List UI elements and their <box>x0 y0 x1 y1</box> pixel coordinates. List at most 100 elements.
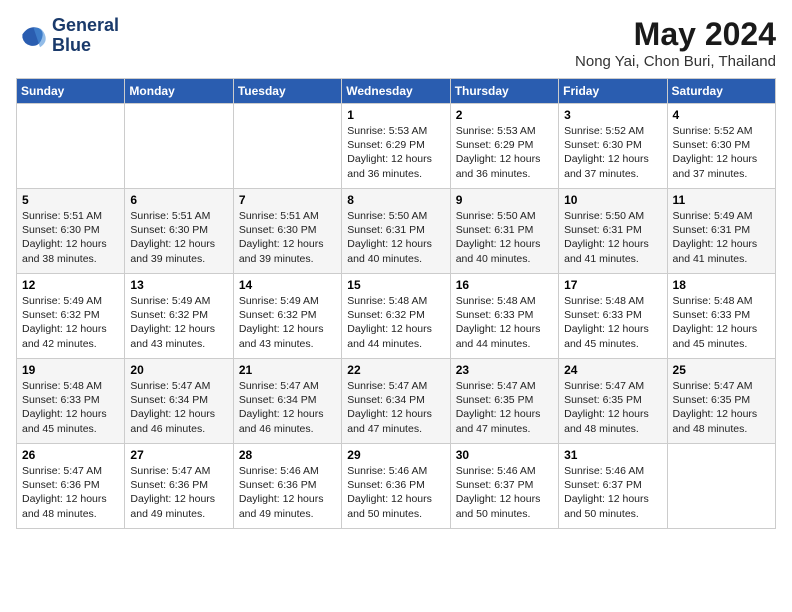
weekday-header-tuesday: Tuesday <box>233 79 341 104</box>
calendar-cell: 4 Sunrise: 5:52 AM Sunset: 6:30 PM Daylig… <box>667 104 775 189</box>
month-title: May 2024 <box>575 16 776 53</box>
day-info: Sunrise: 5:51 AM Sunset: 6:30 PM Dayligh… <box>130 209 227 266</box>
day-number: 25 <box>673 363 770 377</box>
day-info: Sunrise: 5:46 AM Sunset: 6:37 PM Dayligh… <box>564 464 661 521</box>
day-number: 31 <box>564 448 661 462</box>
day-info: Sunrise: 5:50 AM Sunset: 6:31 PM Dayligh… <box>456 209 553 266</box>
calendar-cell: 29 Sunrise: 5:46 AM Sunset: 6:36 PM Dayli… <box>342 444 450 529</box>
day-info: Sunrise: 5:53 AM Sunset: 6:29 PM Dayligh… <box>456 124 553 181</box>
weekday-header-saturday: Saturday <box>667 79 775 104</box>
calendar-cell <box>233 104 341 189</box>
weekday-header-monday: Monday <box>125 79 233 104</box>
calendar-cell: 18 Sunrise: 5:48 AM Sunset: 6:33 PM Dayli… <box>667 274 775 359</box>
day-info: Sunrise: 5:48 AM Sunset: 6:33 PM Dayligh… <box>564 294 661 351</box>
calendar-cell <box>17 104 125 189</box>
day-info: Sunrise: 5:46 AM Sunset: 6:36 PM Dayligh… <box>239 464 336 521</box>
calendar-cell: 22 Sunrise: 5:47 AM Sunset: 6:34 PM Dayli… <box>342 359 450 444</box>
calendar-cell: 31 Sunrise: 5:46 AM Sunset: 6:37 PM Dayli… <box>559 444 667 529</box>
day-number: 18 <box>673 278 770 292</box>
calendar-cell: 6 Sunrise: 5:51 AM Sunset: 6:30 PM Daylig… <box>125 189 233 274</box>
day-number: 10 <box>564 193 661 207</box>
day-number: 9 <box>456 193 553 207</box>
calendar-cell: 7 Sunrise: 5:51 AM Sunset: 6:30 PM Daylig… <box>233 189 341 274</box>
day-number: 21 <box>239 363 336 377</box>
day-info: Sunrise: 5:47 AM Sunset: 6:35 PM Dayligh… <box>456 379 553 436</box>
logo-text: General Blue <box>52 16 119 56</box>
calendar-cell: 27 Sunrise: 5:47 AM Sunset: 6:36 PM Dayli… <box>125 444 233 529</box>
day-number: 12 <box>22 278 119 292</box>
day-number: 2 <box>456 108 553 122</box>
page-header: General Blue May 2024 Nong Yai, Chon Bur… <box>16 16 776 70</box>
day-info: Sunrise: 5:49 AM Sunset: 6:32 PM Dayligh… <box>239 294 336 351</box>
day-number: 6 <box>130 193 227 207</box>
day-number: 28 <box>239 448 336 462</box>
calendar-cell: 21Sunrise: 5:47 AM Sunset: 6:34 PM Dayli… <box>233 359 341 444</box>
calendar-table: SundayMondayTuesdayWednesdayThursdayFrid… <box>16 78 776 529</box>
day-info: Sunrise: 5:47 AM Sunset: 6:36 PM Dayligh… <box>130 464 227 521</box>
day-number: 24 <box>564 363 661 377</box>
calendar-cell: 10Sunrise: 5:50 AM Sunset: 6:31 PM Dayli… <box>559 189 667 274</box>
calendar-cell: 28 Sunrise: 5:46 AM Sunset: 6:36 PM Dayli… <box>233 444 341 529</box>
day-info: Sunrise: 5:47 AM Sunset: 6:35 PM Dayligh… <box>673 379 770 436</box>
calendar-cell: 17Sunrise: 5:48 AM Sunset: 6:33 PM Dayli… <box>559 274 667 359</box>
day-info: Sunrise: 5:51 AM Sunset: 6:30 PM Dayligh… <box>239 209 336 266</box>
title-block: May 2024 Nong Yai, Chon Buri, Thailand <box>575 16 776 70</box>
calendar-cell: 8Sunrise: 5:50 AM Sunset: 6:31 PM Daylig… <box>342 189 450 274</box>
day-number: 3 <box>564 108 661 122</box>
weekday-header-row: SundayMondayTuesdayWednesdayThursdayFrid… <box>17 79 776 104</box>
day-number: 30 <box>456 448 553 462</box>
calendar-cell: 20 Sunrise: 5:47 AM Sunset: 6:34 PM Dayli… <box>125 359 233 444</box>
calendar-cell: 14 Sunrise: 5:49 AM Sunset: 6:32 PM Dayli… <box>233 274 341 359</box>
day-number: 19 <box>22 363 119 377</box>
calendar-cell: 12 Sunrise: 5:49 AM Sunset: 6:32 PM Dayli… <box>17 274 125 359</box>
day-number: 29 <box>347 448 444 462</box>
calendar-cell: 23 Sunrise: 5:47 AM Sunset: 6:35 PM Dayli… <box>450 359 558 444</box>
day-number: 20 <box>130 363 227 377</box>
day-number: 4 <box>673 108 770 122</box>
day-info: Sunrise: 5:47 AM Sunset: 6:34 PM Dayligh… <box>130 379 227 436</box>
day-number: 15 <box>347 278 444 292</box>
day-number: 23 <box>456 363 553 377</box>
day-number: 16 <box>456 278 553 292</box>
logo: General Blue <box>16 16 119 56</box>
day-info: Sunrise: 5:49 AM Sunset: 6:31 PM Dayligh… <box>673 209 770 266</box>
week-row-2: 5Sunrise: 5:51 AM Sunset: 6:30 PM Daylig… <box>17 189 776 274</box>
day-number: 14 <box>239 278 336 292</box>
calendar-cell: 1 Sunrise: 5:53 AM Sunset: 6:29 PM Daylig… <box>342 104 450 189</box>
day-info: Sunrise: 5:47 AM Sunset: 6:36 PM Dayligh… <box>22 464 119 521</box>
calendar-cell: 13 Sunrise: 5:49 AM Sunset: 6:32 PM Dayli… <box>125 274 233 359</box>
week-row-4: 19Sunrise: 5:48 AM Sunset: 6:33 PM Dayli… <box>17 359 776 444</box>
day-info: Sunrise: 5:52 AM Sunset: 6:30 PM Dayligh… <box>564 124 661 181</box>
day-number: 22 <box>347 363 444 377</box>
day-info: Sunrise: 5:48 AM Sunset: 6:33 PM Dayligh… <box>456 294 553 351</box>
day-info: Sunrise: 5:49 AM Sunset: 6:32 PM Dayligh… <box>22 294 119 351</box>
day-number: 11 <box>673 193 770 207</box>
calendar-cell: 15Sunrise: 5:48 AM Sunset: 6:32 PM Dayli… <box>342 274 450 359</box>
day-number: 1 <box>347 108 444 122</box>
week-row-5: 26Sunrise: 5:47 AM Sunset: 6:36 PM Dayli… <box>17 444 776 529</box>
day-info: Sunrise: 5:53 AM Sunset: 6:29 PM Dayligh… <box>347 124 444 181</box>
day-info: Sunrise: 5:49 AM Sunset: 6:32 PM Dayligh… <box>130 294 227 351</box>
calendar-cell: 5Sunrise: 5:51 AM Sunset: 6:30 PM Daylig… <box>17 189 125 274</box>
weekday-header-thursday: Thursday <box>450 79 558 104</box>
calendar-cell: 25 Sunrise: 5:47 AM Sunset: 6:35 PM Dayli… <box>667 359 775 444</box>
day-info: Sunrise: 5:47 AM Sunset: 6:34 PM Dayligh… <box>347 379 444 436</box>
weekday-header-sunday: Sunday <box>17 79 125 104</box>
day-number: 7 <box>239 193 336 207</box>
calendar-cell: 2 Sunrise: 5:53 AM Sunset: 6:29 PM Daylig… <box>450 104 558 189</box>
day-number: 27 <box>130 448 227 462</box>
day-number: 13 <box>130 278 227 292</box>
calendar-cell <box>667 444 775 529</box>
day-info: Sunrise: 5:51 AM Sunset: 6:30 PM Dayligh… <box>22 209 119 266</box>
week-row-3: 12 Sunrise: 5:49 AM Sunset: 6:32 PM Dayli… <box>17 274 776 359</box>
calendar-cell <box>125 104 233 189</box>
calendar-cell: 3 Sunrise: 5:52 AM Sunset: 6:30 PM Daylig… <box>559 104 667 189</box>
logo-icon <box>16 20 48 52</box>
day-info: Sunrise: 5:52 AM Sunset: 6:30 PM Dayligh… <box>673 124 770 181</box>
calendar-cell: 26Sunrise: 5:47 AM Sunset: 6:36 PM Dayli… <box>17 444 125 529</box>
day-info: Sunrise: 5:48 AM Sunset: 6:33 PM Dayligh… <box>673 294 770 351</box>
weekday-header-wednesday: Wednesday <box>342 79 450 104</box>
location: Nong Yai, Chon Buri, Thailand <box>575 53 776 70</box>
day-info: Sunrise: 5:46 AM Sunset: 6:36 PM Dayligh… <box>347 464 444 521</box>
calendar-cell: 30Sunrise: 5:46 AM Sunset: 6:37 PM Dayli… <box>450 444 558 529</box>
